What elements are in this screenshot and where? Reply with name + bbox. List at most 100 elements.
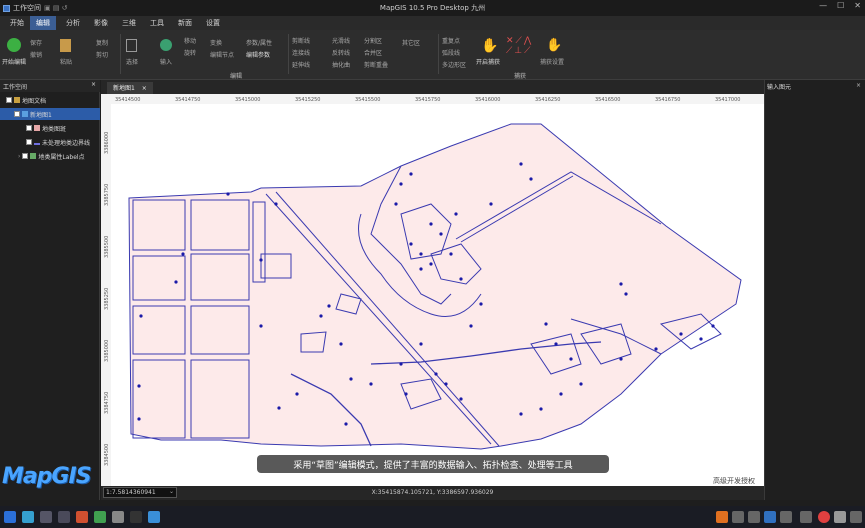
taskbar-app-icon[interactable] bbox=[40, 511, 52, 523]
join-area-button[interactable]: 合并区 bbox=[364, 48, 382, 57]
taskbar-app-icon[interactable] bbox=[94, 511, 106, 523]
paste-icon bbox=[60, 39, 71, 52]
ruler-x-tick-label: 35416750 bbox=[655, 97, 680, 103]
start-catch-button[interactable]: 开启捕获 bbox=[476, 57, 500, 66]
extend-line-button[interactable]: 延伸线 bbox=[292, 60, 310, 69]
tray-icon[interactable] bbox=[800, 511, 812, 523]
line-layer-icon bbox=[34, 139, 40, 145]
tree-item-layer[interactable]: › 地类属性Label点 bbox=[0, 150, 100, 162]
input-button[interactable]: 输入 bbox=[160, 57, 172, 66]
isolated-line-button[interactable]: 弧段线 bbox=[442, 48, 460, 57]
ribbon-separator bbox=[288, 34, 289, 74]
edit-vertex-button[interactable]: 编辑节点 bbox=[210, 50, 234, 59]
catch-settings-icon: ✋ bbox=[546, 38, 563, 53]
polygon-area-button[interactable]: 多边形区 bbox=[442, 60, 466, 69]
tab-analysis[interactable]: 分析 bbox=[60, 18, 86, 28]
cut-line-button[interactable]: 剪断线 bbox=[292, 36, 310, 45]
flip-line-button[interactable]: 反转线 bbox=[332, 48, 350, 57]
tab-edit[interactable]: 编辑 bbox=[30, 16, 56, 30]
chevron-right-icon[interactable]: › bbox=[18, 153, 20, 160]
tree-item-new-map[interactable]: 新地图1 bbox=[0, 108, 100, 120]
minimize-button[interactable]: — bbox=[819, 1, 827, 10]
parcel-outline bbox=[128, 123, 742, 450]
start-menu-icon[interactable] bbox=[4, 511, 16, 523]
tab-label: 新地图1 bbox=[113, 85, 135, 92]
paste-button[interactable]: 粘贴 bbox=[60, 57, 72, 66]
tray-icon[interactable] bbox=[716, 511, 728, 523]
catch-settings-button[interactable]: 捕获设置 bbox=[540, 57, 564, 66]
snap-mode-icons[interactable]: ✕⟋⋀ ⟋⊥⟋ bbox=[506, 36, 533, 56]
start-edit-button[interactable]: 开始编辑 bbox=[2, 57, 26, 66]
copy-button[interactable]: 复制 bbox=[96, 38, 108, 47]
tab-new[interactable]: 新面 bbox=[172, 18, 198, 28]
checkbox[interactable] bbox=[14, 111, 20, 117]
map-doc-icon bbox=[14, 97, 20, 103]
ruler-x-tick-label: 35415750 bbox=[415, 97, 440, 103]
close-panel-icon[interactable]: × bbox=[856, 82, 861, 89]
tree-item-layer[interactable]: 地类图斑 bbox=[0, 122, 100, 134]
ruler-x-tick-label: 35416500 bbox=[595, 97, 620, 103]
rotate-button[interactable]: 旋转 bbox=[184, 48, 196, 57]
tray-icon[interactable] bbox=[748, 511, 760, 523]
mapgis-taskbar-icon[interactable] bbox=[148, 511, 160, 523]
close-panel-icon[interactable]: × bbox=[91, 81, 96, 88]
tab-settings[interactable]: 设置 bbox=[200, 18, 226, 28]
close-button[interactable]: ✕ bbox=[854, 1, 861, 10]
taskbar-app-icon[interactable] bbox=[76, 511, 88, 523]
taskbar-app-icon[interactable] bbox=[112, 511, 124, 523]
os-taskbar bbox=[0, 506, 865, 528]
simplify-button[interactable]: 抽化曲 bbox=[332, 60, 350, 69]
move-button[interactable]: 移动 bbox=[184, 36, 196, 45]
undo-button[interactable]: 撤销 bbox=[30, 50, 42, 59]
tray-icon[interactable] bbox=[850, 511, 862, 523]
taskbar-app-icon[interactable] bbox=[22, 511, 34, 523]
map-svg[interactable]: 35414500 35414750 35415000 35415250 35415500… bbox=[101, 94, 764, 486]
tree-item-layer[interactable]: 未处理地类边界线 bbox=[0, 136, 100, 148]
tab-image[interactable]: 影像 bbox=[88, 18, 114, 28]
tab-new-map[interactable]: 新地图1 × bbox=[107, 82, 153, 94]
polygon-layer-icon bbox=[34, 125, 40, 131]
ruler-y-tick-label: 3385750 bbox=[104, 184, 110, 206]
taskbar-app-icon[interactable] bbox=[58, 511, 70, 523]
map-tab-bar: 新地图1 × bbox=[101, 80, 764, 94]
terminal-icon[interactable] bbox=[130, 511, 142, 523]
maximize-button[interactable]: ☐ bbox=[837, 1, 844, 10]
checkbox[interactable] bbox=[6, 97, 12, 103]
transform-button[interactable]: 变换 bbox=[210, 38, 222, 47]
video-subtitle: 采用“草图”编辑模式，提供了丰富的数据输入、拓扑检查、处理等工具 bbox=[257, 455, 609, 473]
tab-tools[interactable]: 工具 bbox=[144, 18, 170, 28]
cut-overlap-button[interactable]: 剪断重叠 bbox=[364, 60, 388, 69]
merge-line-button[interactable]: 连接线 bbox=[292, 48, 310, 57]
workspace-panel: 工作空间 × 地图文档 新地图1 地类图斑 未处理地类边界线 › 地类属性Lab… bbox=[0, 80, 100, 500]
tray-icon[interactable] bbox=[780, 511, 792, 523]
map-canvas[interactable]: 35414500 35414750 35415000 35415250 35415500… bbox=[101, 94, 764, 486]
status-bar: 1:7.5814360941 ⌄ X:35415874.105721, Y:33… bbox=[101, 486, 764, 500]
select-button[interactable]: 选择 bbox=[126, 57, 138, 66]
workspace-panel-title: 工作空间 bbox=[3, 84, 28, 91]
tree-item-map-doc[interactable]: 地图文档 bbox=[0, 94, 100, 106]
params-attrs-button[interactable]: 参数/属性 bbox=[246, 38, 272, 47]
tab-start[interactable]: 开始 bbox=[4, 18, 30, 28]
duplicate-point-button[interactable]: 重复点 bbox=[442, 36, 460, 45]
tray-icon[interactable] bbox=[764, 511, 776, 523]
tray-icon[interactable] bbox=[818, 511, 830, 523]
split-area-button[interactable]: 分割区 bbox=[364, 36, 382, 45]
window-title: MapGIS 10.5 Pro Desktop 九州 bbox=[379, 4, 486, 12]
edit-params-button[interactable]: 编辑参数 bbox=[246, 50, 270, 59]
other-area-button[interactable]: 其它区 bbox=[402, 38, 420, 47]
input-element-panel: 输入图元 × bbox=[764, 80, 865, 500]
ruler-x-tick-label: 35417000 bbox=[715, 97, 740, 103]
save-button[interactable]: 保存 bbox=[30, 38, 42, 47]
workspace-panel-header: 工作空间 × bbox=[0, 80, 100, 92]
tray-icon[interactable] bbox=[834, 511, 846, 523]
smooth-line-button[interactable]: 光滑线 bbox=[332, 36, 350, 45]
close-tab-icon[interactable]: × bbox=[142, 85, 147, 92]
cut-button[interactable]: 剪切 bbox=[96, 50, 108, 59]
checkbox[interactable] bbox=[26, 125, 32, 131]
tray-icon[interactable] bbox=[732, 511, 744, 523]
tree-item-label: 未处理地类边界线 bbox=[42, 139, 91, 147]
checkbox[interactable] bbox=[22, 153, 29, 159]
checkbox[interactable] bbox=[26, 139, 32, 145]
tab-3d[interactable]: 三维 bbox=[116, 18, 142, 28]
ruler-y-tick-label: 3385500 bbox=[104, 236, 110, 258]
